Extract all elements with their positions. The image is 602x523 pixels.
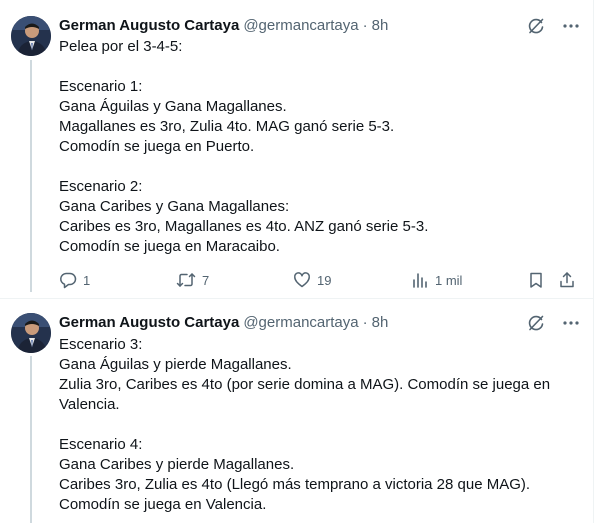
- retweet-icon: [176, 271, 196, 289]
- tweet-header: German Augusto Cartaya @germancartaya · …: [59, 16, 388, 36]
- thread-line: [30, 60, 32, 292]
- timestamp[interactable]: 8h: [372, 313, 389, 333]
- author-handle[interactable]: @germancartaya: [243, 16, 358, 36]
- views-count: 1 mil: [435, 272, 463, 288]
- views-button[interactable]: 1 mil: [411, 271, 462, 289]
- author-handle[interactable]: @germancartaya: [243, 313, 358, 333]
- grok-icon[interactable]: [526, 313, 546, 333]
- avatar[interactable]: [11, 16, 51, 56]
- more-icon[interactable]: [562, 314, 580, 332]
- timestamp[interactable]: 8h: [372, 16, 389, 36]
- grok-icon[interactable]: [526, 16, 546, 36]
- reply-icon: [59, 271, 77, 289]
- tweet-text: Pelea por el 3-4-5: Escenario 1: Gana Ág…: [59, 38, 429, 255]
- bookmark-icon: [527, 271, 545, 289]
- retweet-button[interactable]: 7: [176, 271, 209, 289]
- header-actions: [526, 16, 580, 36]
- header-actions: [526, 313, 580, 333]
- like-icon: [293, 271, 311, 289]
- column-border: [593, 0, 594, 523]
- like-count: 19: [317, 272, 332, 288]
- author-name[interactable]: German Augusto Cartaya: [59, 313, 239, 333]
- share-icon: [558, 271, 576, 289]
- tweet-actions: 1 7 19 1 mil: [59, 270, 581, 290]
- retweet-count: 7: [202, 272, 210, 288]
- more-icon[interactable]: [562, 17, 580, 35]
- timeline: German Augusto Cartaya @germancartaya · …: [0, 0, 602, 523]
- tweet-divider: [0, 298, 593, 299]
- reply-count: 1: [83, 272, 91, 288]
- separator-dot: ·: [362, 17, 368, 34]
- avatar[interactable]: [11, 313, 51, 353]
- separator-dot: ·: [362, 314, 368, 331]
- author-name[interactable]: German Augusto Cartaya: [59, 16, 239, 36]
- reply-button[interactable]: 1: [59, 271, 90, 289]
- tweet-header: German Augusto Cartaya @germancartaya · …: [59, 313, 388, 333]
- thread-line: [30, 356, 32, 523]
- like-button[interactable]: 19: [293, 271, 331, 289]
- share-button[interactable]: [558, 271, 576, 289]
- tweet-text: Escenario 3: Gana Águilas y pierde Magal…: [59, 336, 551, 513]
- bookmark-button[interactable]: [527, 271, 545, 289]
- views-icon: [411, 271, 429, 289]
